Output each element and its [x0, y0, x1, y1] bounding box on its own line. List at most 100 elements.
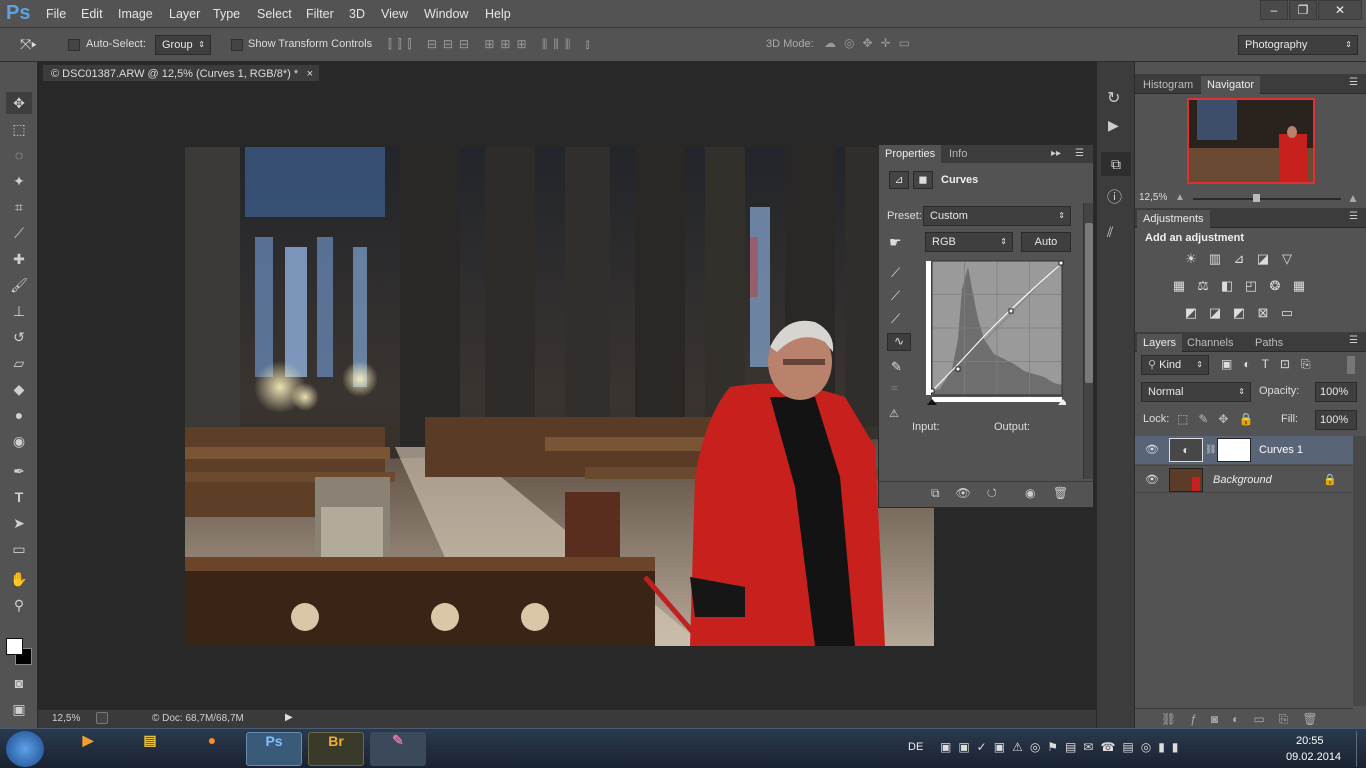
menu-help[interactable]: Help	[485, 7, 511, 21]
tab-properties[interactable]: Properties	[879, 145, 942, 163]
foreground-color-swatch[interactable]	[6, 638, 23, 655]
curves-icon[interactable]: ⊿	[1231, 252, 1247, 266]
eyedropper-tool-icon[interactable]: ⟋	[6, 222, 32, 244]
footer-icons[interactable]: ⧉👁↺	[931, 486, 1013, 501]
layer-link-icon[interactable]: ⛓	[1205, 444, 1216, 455]
restore-button[interactable]: ❐	[1289, 0, 1317, 20]
system-tray-icons[interactable]: ▣▣✓▣⚠◎⚑▤✉☎▤◎▮▮	[940, 740, 1185, 754]
dodge-tool-icon[interactable]: ◉	[6, 430, 32, 452]
menu-layer[interactable]: Layer	[169, 7, 200, 21]
adjustments-menu-icon[interactable]: ☰	[1349, 211, 1358, 222]
language-indicator[interactable]: DE	[908, 741, 923, 753]
history-icon[interactable]: ↻	[1107, 88, 1120, 108]
zoom-tool-icon[interactable]: ⚲	[6, 594, 32, 616]
status-info-icon[interactable]	[96, 712, 108, 724]
selective-color-icon[interactable]: ⊠	[1255, 306, 1271, 320]
layer-name-background[interactable]: Background	[1213, 474, 1272, 486]
levels-icon[interactable]: ▥	[1207, 252, 1223, 266]
properties-dock-icon[interactable]: ⧉	[1101, 152, 1131, 176]
layers-scrollbar[interactable]	[1353, 436, 1366, 706]
color-lookup-icon[interactable]: ▦	[1291, 279, 1307, 293]
pen-tool-icon[interactable]: ✒	[6, 460, 32, 482]
tab-histogram[interactable]: Histogram	[1137, 76, 1199, 94]
curves-graph[interactable]	[924, 259, 1066, 409]
media-player-icon[interactable]: ▶	[60, 732, 116, 766]
panel-menu-icon[interactable]: ☰	[1075, 148, 1084, 159]
paint-bucket-icon[interactable]: ◆	[6, 378, 32, 400]
workspace-dropdown[interactable]: Photography ⇕	[1238, 35, 1358, 55]
status-arrow-icon[interactable]: ▶	[285, 712, 293, 723]
fill-field[interactable]: 100%	[1315, 410, 1357, 430]
brush-tool-icon[interactable]: 🖌	[6, 274, 32, 296]
menu-3d[interactable]: 3D	[349, 7, 365, 21]
targeted-adjust-icon[interactable]: ☛	[889, 234, 902, 251]
clone-stamp-icon[interactable]: ⊥	[6, 300, 32, 322]
rectangle-tool-icon[interactable]: ▭	[6, 538, 32, 560]
align-icons[interactable]: ⫿⫿⫿ ⊟⊟⊟ ⊞⊞⊞ ⫼⫼⫼ ⫾	[388, 37, 596, 52]
quick-mask-icon[interactable]: ◙	[6, 672, 32, 694]
3d-mode-icons[interactable]: ☁◎✥✛▭	[824, 36, 918, 50]
document-canvas-photo[interactable]	[185, 147, 934, 646]
show-desktop-button[interactable]	[1356, 731, 1366, 767]
zoom-out-icon[interactable]: ▲	[1175, 192, 1185, 203]
invert-icon[interactable]: ◩	[1183, 306, 1199, 320]
document-tab[interactable]: © DSC01387.ARW @ 12,5% (Curves 1, RGB/8*…	[42, 64, 320, 82]
auto-select-dropdown[interactable]: Group ⇕	[155, 35, 211, 55]
crop-tool-icon[interactable]: ⌗	[6, 196, 32, 218]
scrollbar-thumb[interactable]	[1085, 223, 1093, 383]
vibrance-icon[interactable]: ▽	[1279, 252, 1295, 266]
layer-name-curves[interactable]: Curves 1	[1259, 444, 1303, 456]
navigator-zoom-slider[interactable]	[1193, 194, 1341, 202]
blend-mode-dropdown[interactable]: Normal ⇕	[1141, 382, 1251, 402]
auto-select-checkbox[interactable]	[68, 39, 80, 51]
explorer-folder-icon[interactable]: ▤	[122, 732, 178, 766]
screen-mode-icon[interactable]: ▣	[6, 698, 32, 720]
tab-navigator[interactable]: Navigator	[1201, 76, 1261, 94]
preset-dropdown[interactable]: Custom ⇕	[923, 206, 1071, 226]
eyedropper-black-icon[interactable]: ⟋	[891, 265, 900, 281]
menu-file[interactable]: File	[46, 7, 66, 21]
close-window-button[interactable]: ✕	[1318, 0, 1362, 20]
photo-filter-icon[interactable]: ◰	[1243, 279, 1259, 293]
color-balance-icon[interactable]: ⚖	[1195, 279, 1211, 293]
move-tool-icon[interactable]: ✥	[6, 92, 32, 114]
show-transform-checkbox[interactable]	[231, 39, 243, 51]
layer-mask-thumbnail[interactable]	[1217, 438, 1251, 462]
menu-view[interactable]: View	[381, 7, 408, 21]
opacity-field[interactable]: 100%	[1315, 382, 1357, 402]
menu-window[interactable]: Window	[424, 7, 468, 21]
zoom-slider-handle[interactable]	[1253, 194, 1260, 202]
layer-filter-icons[interactable]: ▣◐T⊡⎘	[1221, 357, 1322, 372]
mask-icon[interactable]: ◼	[913, 171, 933, 189]
eraser-tool-icon[interactable]: ▱	[6, 352, 32, 374]
close-tab-icon[interactable]: ×	[307, 65, 313, 83]
layers-menu-icon[interactable]: ☰	[1349, 335, 1358, 346]
panel-collapse-icon[interactable]: ▸▸	[1051, 148, 1061, 159]
path-selection-icon[interactable]: ➤	[6, 512, 32, 534]
tab-layers[interactable]: Layers	[1137, 334, 1183, 352]
bridge-taskbar-icon[interactable]: Br	[308, 732, 364, 766]
brightness-contrast-icon[interactable]: ☀	[1183, 252, 1199, 266]
clock-date[interactable]: 09.02.2014	[1286, 751, 1341, 763]
menu-image[interactable]: Image	[118, 7, 153, 21]
tab-info[interactable]: Info	[943, 145, 973, 163]
eyedropper-gray-icon[interactable]: ⟋	[891, 288, 900, 304]
blur-tool-icon[interactable]: ●	[6, 404, 32, 426]
lasso-tool-icon[interactable]: ◌	[6, 144, 32, 166]
menu-select[interactable]: Select	[257, 7, 292, 21]
navigator-zoom-value[interactable]: 12,5%	[1139, 192, 1167, 203]
paint-icon[interactable]: ✎	[370, 732, 426, 766]
clock-time[interactable]: 20:55	[1296, 735, 1324, 747]
actions-play-icon[interactable]: ▶	[1108, 117, 1119, 134]
navigator-thumbnail[interactable]	[1187, 98, 1315, 184]
filter-toggle-icon[interactable]	[1347, 356, 1355, 374]
lock-icons[interactable]: ⬚✎✥🔒	[1177, 412, 1263, 426]
menu-edit[interactable]: Edit	[81, 7, 103, 21]
tab-adjustments[interactable]: Adjustments	[1137, 210, 1210, 228]
eyedropper-white-icon[interactable]: ⟋	[891, 311, 900, 327]
layer-row-curves[interactable]: 👁 ◐ ⛓ Curves 1	[1135, 436, 1353, 464]
magic-wand-icon[interactable]: ✦	[6, 170, 32, 192]
channel-mixer-icon[interactable]: ❂	[1267, 279, 1283, 293]
history-brush-icon[interactable]: ↺	[6, 326, 32, 348]
gradient-map-icon[interactable]: ▭	[1279, 306, 1295, 320]
